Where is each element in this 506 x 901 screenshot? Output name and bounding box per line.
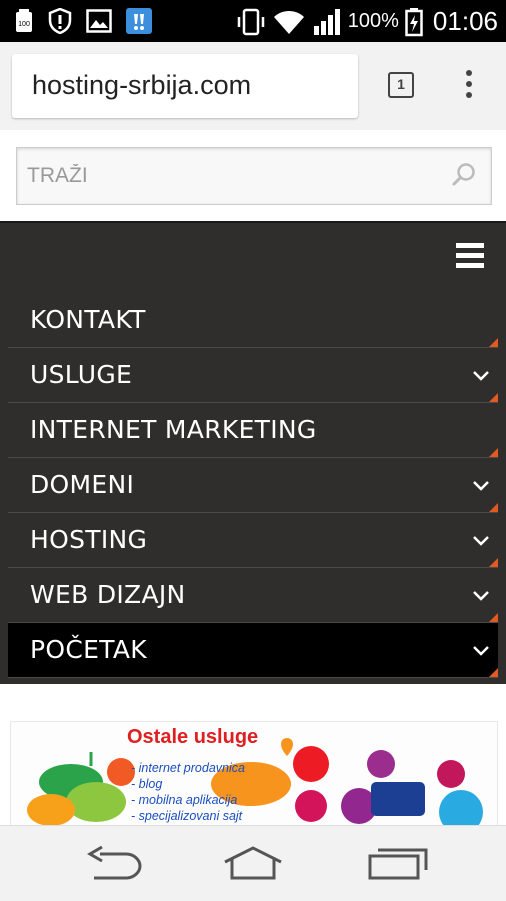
services-banner[interactable]: Ostale usluge - internet prodavnica - blo… (10, 721, 498, 827)
web-page: KONTAKT USLUGE INTERNET MARKETING DOMENI HOS… (0, 130, 506, 827)
chevron-down-icon[interactable] (472, 645, 490, 657)
corner-accent (489, 448, 498, 457)
menu-item-label: POČETAK (30, 635, 147, 664)
navigation-menu: KONTAKT USLUGE INTERNET MARKETING DOMENI HOS… (0, 221, 506, 684)
banner-list: - internet prodavnica - blog - mobilna apl… (131, 760, 245, 824)
chevron-down-icon[interactable] (472, 590, 490, 602)
svg-text:100: 100 (18, 21, 30, 28)
menu-item[interactable]: USLUGE (8, 348, 498, 403)
system-nav-bar (0, 825, 506, 901)
chevron-down-icon[interactable] (472, 370, 490, 382)
home-icon[interactable] (222, 846, 284, 880)
battery-percent: 100% (347, 10, 399, 32)
menu-item[interactable]: DOMENI (8, 458, 498, 513)
chevron-down-icon[interactable] (472, 480, 490, 492)
corner-accent (489, 668, 498, 677)
vibrate-icon (237, 8, 265, 35)
banner-list-item: - specijalizovani sajt (131, 809, 243, 823)
banner-list-item: - mobilna aplikacija (131, 793, 238, 807)
back-icon[interactable] (86, 846, 144, 882)
url-text[interactable]: hosting-srbija.com (32, 70, 251, 101)
menu-item[interactable]: POČETAK (8, 623, 498, 678)
recent-apps-icon[interactable] (368, 846, 428, 880)
url-bar[interactable]: hosting-srbija.com (12, 54, 358, 118)
search-box (16, 147, 492, 205)
menu-item-label: USLUGE (30, 360, 133, 389)
search-input[interactable] (17, 148, 449, 204)
menu-item-label: KONTAKT (30, 305, 146, 334)
corner-accent (489, 613, 498, 622)
menu-item[interactable]: KONTAKT (8, 293, 498, 348)
search-icon[interactable] (451, 162, 477, 188)
corner-accent (489, 558, 498, 567)
browser-toolbar: hosting-srbija.com 1 (0, 42, 506, 130)
wifi-icon (273, 10, 304, 34)
menu-list: KONTAKT USLUGE INTERNET MARKETING DOMENI HOS… (8, 293, 498, 678)
app-notification-icon (126, 8, 152, 34)
menu-item[interactable]: HOSTING (8, 513, 498, 568)
banner-list-item: - internet prodavnica (131, 761, 245, 775)
overflow-menu-button[interactable] (462, 70, 476, 102)
corner-accent (489, 338, 498, 347)
hamburger-menu-icon[interactable] (456, 243, 484, 269)
corner-accent (489, 503, 498, 512)
menu-item-label: DOMENI (30, 470, 135, 499)
gallery-icon (86, 9, 112, 33)
storage-icon: 100 (16, 9, 32, 32)
chevron-down-icon[interactable] (472, 535, 490, 547)
battery-icon (405, 7, 423, 36)
tab-switcher-button[interactable]: 1 (388, 72, 414, 98)
menu-item[interactable]: INTERNET MARKETING (8, 403, 498, 458)
alert-shield-icon (48, 8, 72, 34)
status-bar: 100 100% 01:06 (0, 0, 506, 42)
menu-item[interactable]: WEB DIZAJN (8, 568, 498, 623)
menu-item-label: HOSTING (30, 525, 148, 554)
menu-item-label: WEB DIZAJN (30, 580, 186, 609)
corner-accent (489, 393, 498, 402)
signal-icon (313, 8, 340, 35)
menu-item-label: INTERNET MARKETING (30, 415, 317, 444)
banner-list-item: - blog (131, 777, 163, 791)
clock: 01:06 (432, 6, 498, 36)
banner-title: Ostale usluge (127, 726, 259, 748)
